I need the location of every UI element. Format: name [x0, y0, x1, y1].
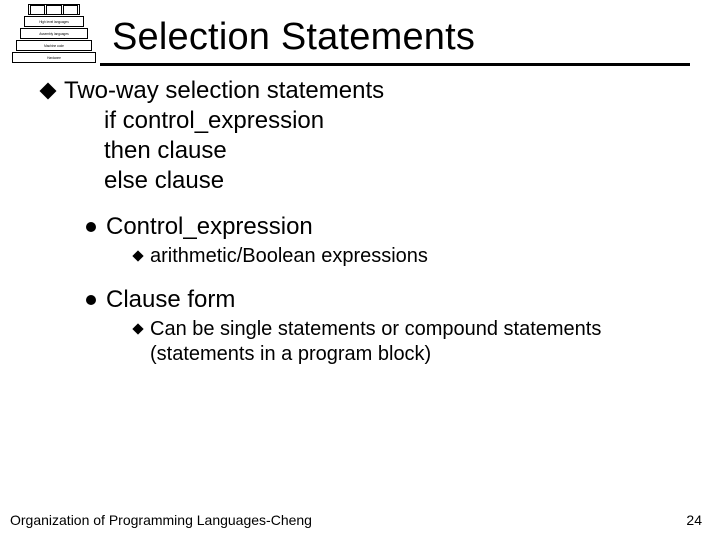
lvl2-text-2: Clause form — [106, 285, 235, 315]
pyramid-layer-5: Hardware — [12, 52, 96, 63]
footer-page-number: 24 — [686, 512, 702, 528]
bullet-lvl2-2: Clause form — [86, 285, 686, 315]
indent-line-3: else clause — [104, 166, 686, 196]
pyramid-icon: High level languages Assembly languages … — [8, 4, 100, 74]
footer-left: Organization of Programming Languages-Ch… — [10, 512, 312, 528]
diamond-icon — [40, 83, 57, 100]
lvl3-text-1: arithmetic/Boolean expressions — [150, 244, 428, 269]
slide-body: Two-way selection statements if control_… — [0, 66, 720, 367]
lvl1-text: Two-way selection statements — [64, 76, 384, 106]
indent-line-2: then clause — [104, 136, 686, 166]
disc-icon — [86, 222, 96, 232]
slide-header: High level languages Assembly languages … — [0, 0, 720, 66]
diamond-icon — [132, 323, 143, 334]
diamond-icon — [132, 250, 143, 261]
pyramid-layer-3: Assembly languages — [20, 28, 88, 39]
bullet-lvl3-1: arithmetic/Boolean expressions — [134, 244, 686, 269]
disc-icon — [86, 295, 96, 305]
title-rule — [100, 63, 690, 66]
pyramid-layer-4: Machine code — [16, 40, 92, 51]
lvl3-text-2: Can be single statements or compound sta… — [150, 317, 686, 367]
indent-line-1: if control_expression — [104, 106, 686, 136]
slide: High level languages Assembly languages … — [0, 0, 720, 540]
pyramid-layer-2: High level languages — [24, 16, 84, 27]
lvl2-text-1: Control_expression — [106, 212, 313, 242]
pyramid-top — [28, 4, 80, 15]
page-title: Selection Statements — [112, 6, 720, 59]
bullet-lvl1: Two-way selection statements — [42, 76, 686, 106]
bullet-lvl2-1: Control_expression — [86, 212, 686, 242]
bullet-lvl3-2: Can be single statements or compound sta… — [134, 317, 686, 367]
